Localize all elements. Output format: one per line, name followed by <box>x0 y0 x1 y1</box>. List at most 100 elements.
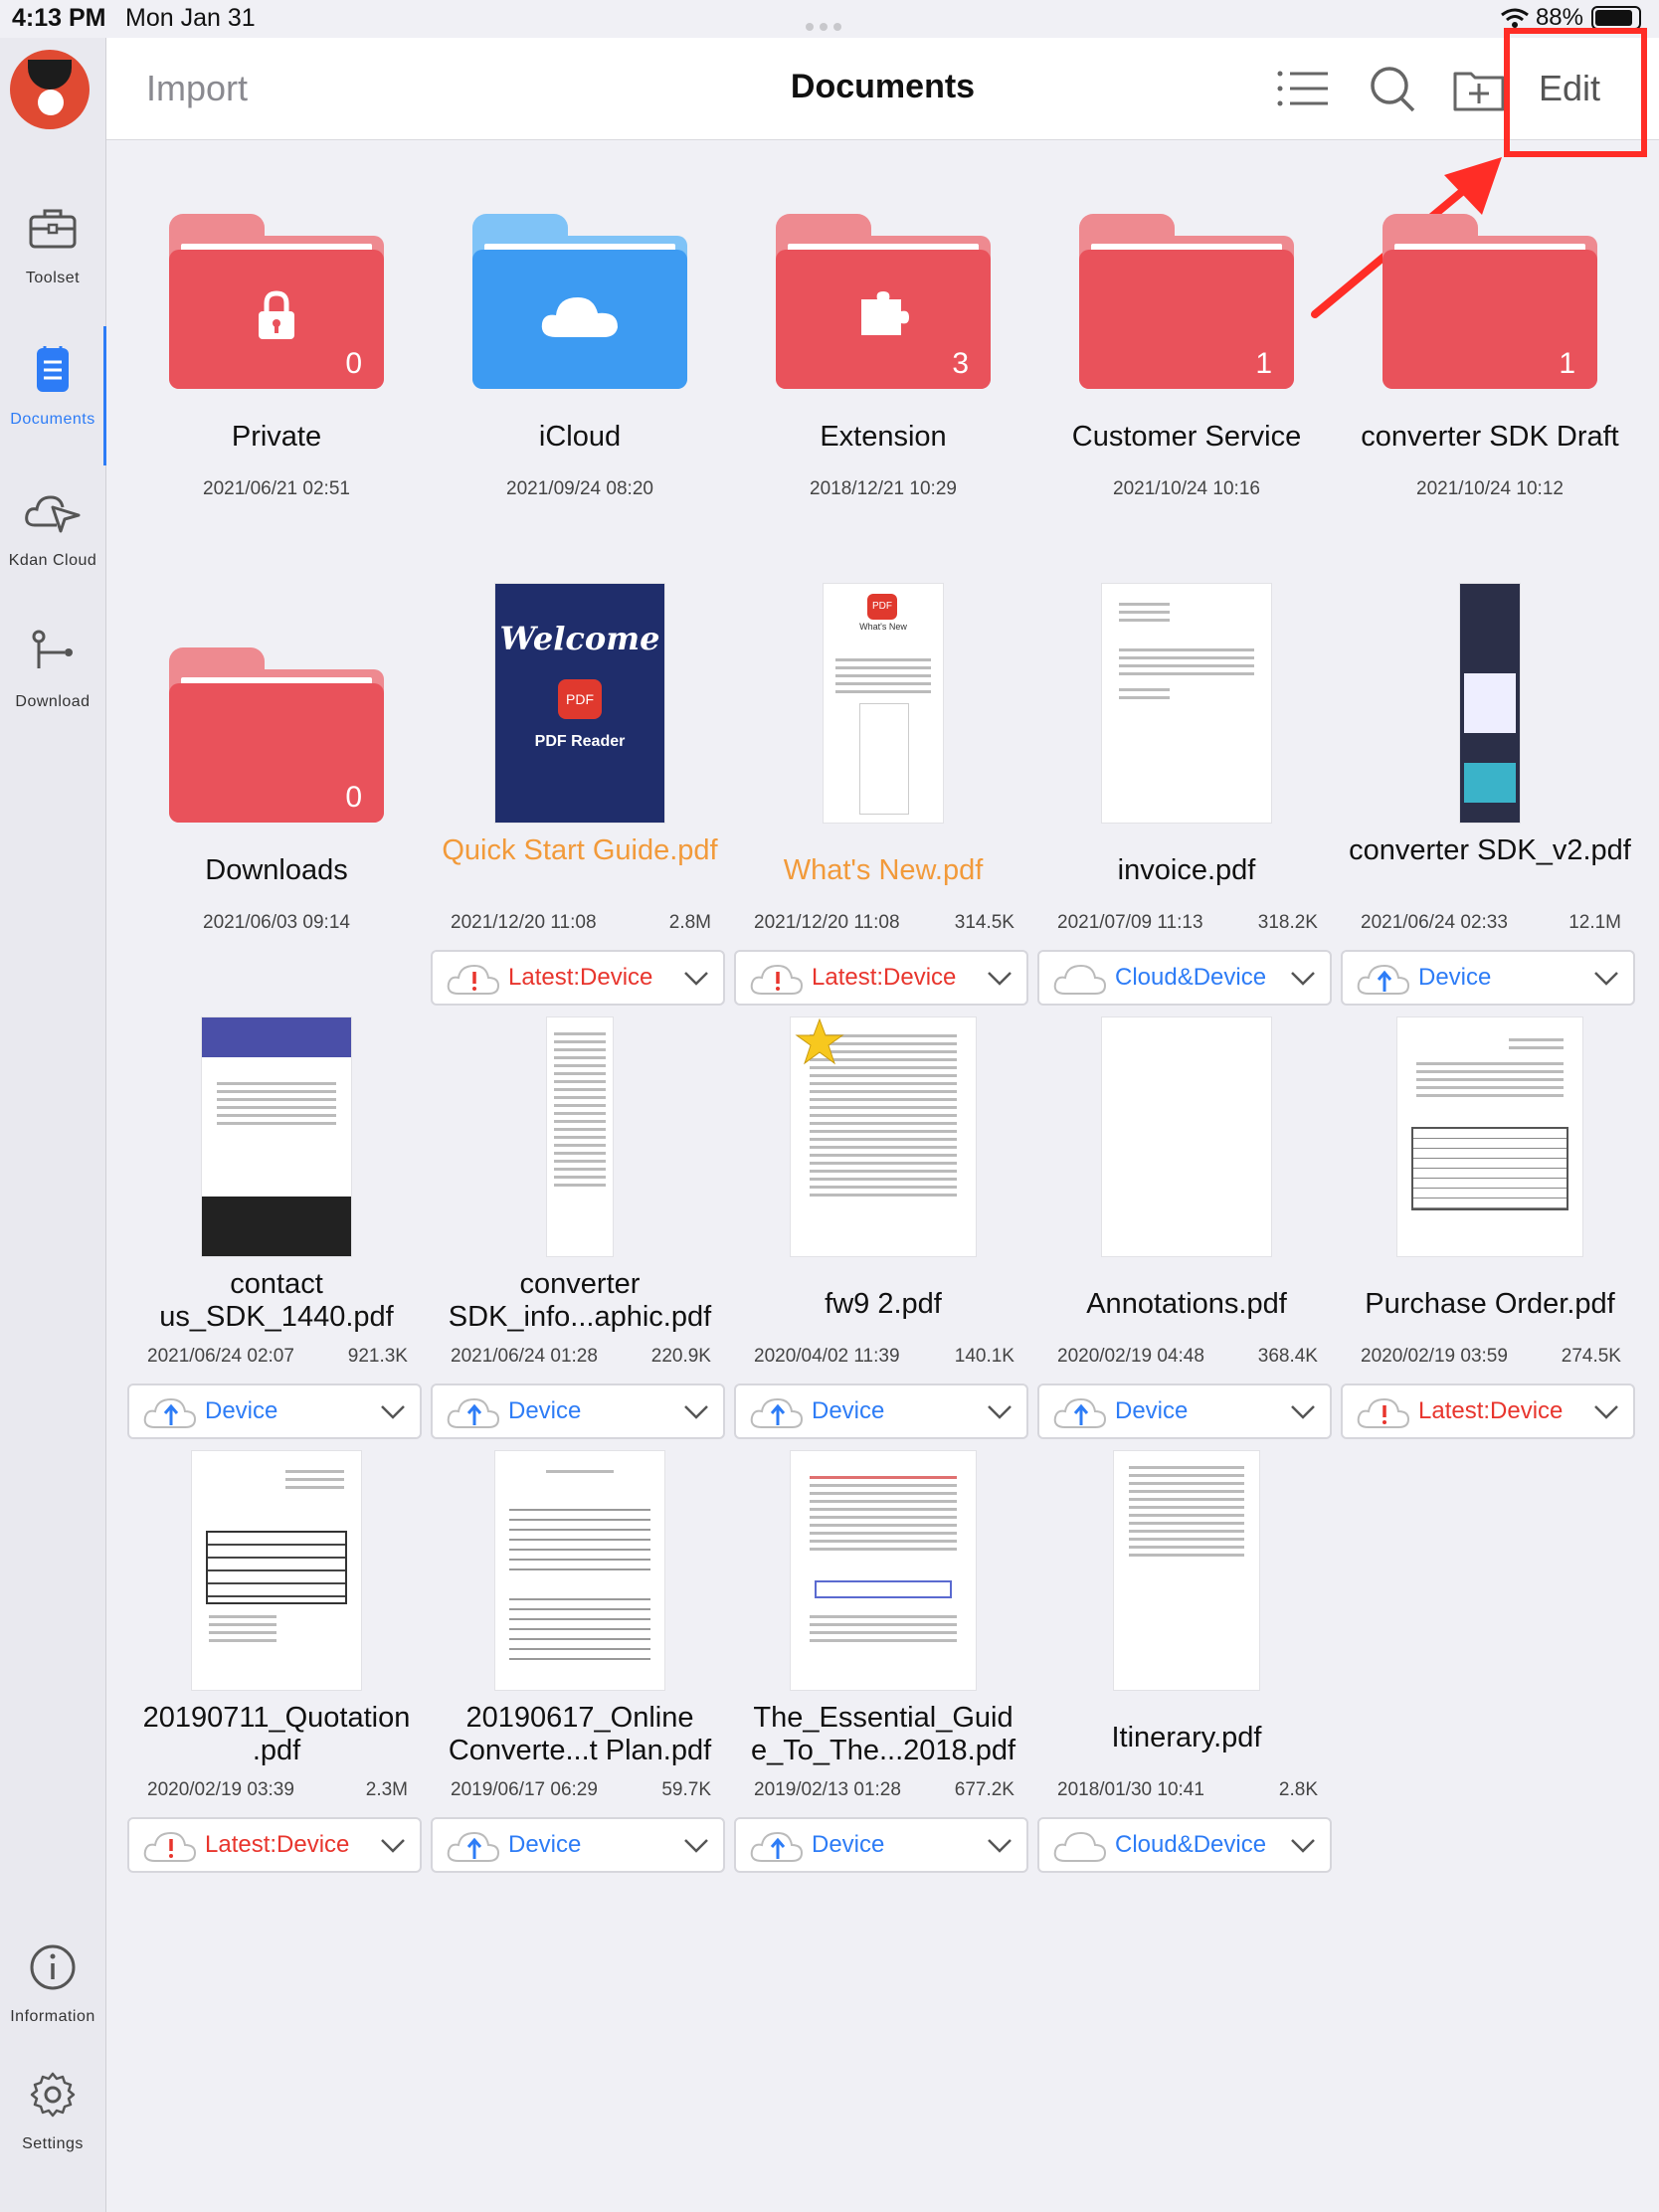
file-name: What's New.pdf <box>783 854 984 886</box>
folder-name: Downloads <box>205 854 348 886</box>
file-meta: 2021/12/20 11:08 2.8M <box>451 912 711 934</box>
file-meta: 2021/06/24 02:33 12.1M <box>1361 912 1621 934</box>
folder-date: 2018/12/21 10:29 <box>810 478 957 499</box>
sync-status-dropdown[interactable]: Latest:Device <box>734 950 1028 1006</box>
sidebar-label-download: Download <box>15 693 91 710</box>
file-date: 2020/02/19 04:48 <box>1057 1346 1204 1367</box>
cloud-upload-icon <box>1357 964 1410 995</box>
sync-status-dropdown[interactable]: Device <box>734 1383 1028 1439</box>
sync-status-label: Latest:Device <box>205 1831 350 1858</box>
file-meta: 2020/02/19 04:48 368.4K <box>1057 1346 1318 1368</box>
pdf-thumbnail <box>547 1017 613 1256</box>
sync-status-label: Latest:Device <box>812 964 957 991</box>
file-date: 2020/04/02 11:39 <box>754 1346 900 1367</box>
folder-name: Customer Service <box>1071 421 1302 453</box>
chevron-down-icon <box>1594 972 1618 986</box>
sidebar-item-download[interactable]: Download <box>0 623 105 711</box>
file-date: 2020/02/19 03:59 <box>1361 1346 1508 1367</box>
sync-status-dropdown[interactable]: Device <box>1037 1383 1332 1439</box>
sidebar-item-information[interactable]: Information <box>0 1937 105 2026</box>
file-meta: 2021/07/09 11:13 318.2K <box>1057 912 1318 934</box>
file-meta: 2020/02/19 03:59 274.5K <box>1361 1346 1621 1368</box>
folder-name: Private <box>231 421 322 453</box>
sync-status-dropdown[interactable]: Cloud&Device <box>1037 1817 1332 1873</box>
cloud-upload-icon <box>447 1397 500 1428</box>
status-date: Mon Jan 31 <box>125 4 256 32</box>
cloud-upload-icon <box>750 1397 804 1428</box>
sync-status-dropdown[interactable]: Device <box>431 1383 725 1439</box>
sync-status-label: Latest:Device <box>1418 1397 1564 1424</box>
sync-status-dropdown[interactable]: Device <box>127 1383 422 1439</box>
sync-status-label: Device <box>812 1831 885 1858</box>
toolbox-icon <box>29 209 77 249</box>
file-meta: 2019/06/17 06:29 59.7K <box>451 1779 711 1801</box>
file-size: 220.9K <box>650 1346 711 1367</box>
sidebar-label-toolset: Toolset <box>25 270 81 286</box>
gear-icon <box>30 2072 76 2118</box>
cloud-warning-icon <box>143 1831 197 1862</box>
sync-status-label: Device <box>1115 1397 1189 1424</box>
file-size: 318.2K <box>1257 912 1318 933</box>
folder-name: Extension <box>820 421 947 453</box>
star-icon <box>795 1017 844 1065</box>
sidebar-label-settings: Settings <box>22 2135 84 2152</box>
nav-header: Import Documents Edit <box>106 38 1659 140</box>
folder-count: 0 <box>345 781 362 814</box>
thumb-title: Welcome <box>499 620 660 657</box>
file-name: 20190711_Quotation .pdf <box>142 1702 411 1766</box>
thumb-subtitle: PDF Reader <box>534 733 626 750</box>
file-name: 20190617_Online Converte...t Plan.pdf <box>448 1702 712 1766</box>
file-size: 2.3M <box>365 1779 408 1800</box>
chevron-down-icon <box>988 972 1012 986</box>
file-name: Annotations.pdf <box>1086 1288 1287 1320</box>
file-size: 2.8M <box>668 912 711 933</box>
sidebar-item-documents[interactable]: Documents <box>0 340 105 429</box>
search-icon[interactable] <box>1366 64 1421 113</box>
lock-icon <box>259 290 294 339</box>
sync-status-dropdown[interactable]: Latest:Device <box>127 1817 422 1873</box>
sync-status-dropdown[interactable]: Device <box>1341 950 1635 1006</box>
folder-date: 2021/06/21 02:51 <box>203 478 350 499</box>
cloud-icon <box>541 297 618 337</box>
chevron-down-icon <box>988 1405 1012 1419</box>
file-name: fw9 2.pdf <box>825 1288 942 1320</box>
file-name: Quick Start Guide.pdf <box>442 834 718 866</box>
folder-icon: 3 <box>776 214 991 389</box>
file-meta: 2021/06/24 02:07 921.3K <box>147 1346 408 1368</box>
pdf-thumbnail <box>1460 584 1520 823</box>
cloud-upload-icon <box>143 1397 197 1428</box>
new-folder-icon[interactable] <box>1451 64 1507 113</box>
sync-status-label: Device <box>1418 964 1492 991</box>
sync-status-dropdown[interactable]: Latest:Device <box>431 950 725 1006</box>
sidebar-item-kdan-cloud[interactable]: Kdan Cloud <box>0 481 105 570</box>
file-date: 2021/06/24 01:28 <box>451 1346 598 1367</box>
list-view-icon[interactable] <box>1274 64 1330 113</box>
chevron-down-icon <box>988 1839 1012 1853</box>
sidebar-item-toolset[interactable]: Toolset <box>0 199 105 287</box>
sync-status-label: Latest:Device <box>508 964 653 991</box>
file-date: 2021/07/09 11:13 <box>1057 912 1203 933</box>
file-meta: 2020/04/02 11:39 140.1K <box>754 1346 1014 1368</box>
document-list-icon <box>37 346 69 392</box>
sync-status-dropdown[interactable]: Cloud&Device <box>1037 950 1332 1006</box>
sync-status-label: Device <box>205 1397 278 1424</box>
sync-status-dropdown[interactable]: Device <box>431 1817 725 1873</box>
thumb-title: What's New <box>859 622 907 632</box>
cloud-upload-icon <box>447 1831 500 1862</box>
file-meta: 2018/01/30 10:41 2.8K <box>1057 1779 1318 1801</box>
folder-icon: 0 <box>169 647 384 823</box>
sync-status-dropdown[interactable]: Latest:Device <box>1341 1383 1635 1439</box>
sidebar-item-settings[interactable]: Settings <box>0 2065 105 2153</box>
folder-date: 2021/09/24 08:20 <box>506 478 653 499</box>
pdf-thumbnail <box>495 1451 664 1690</box>
chevron-down-icon <box>684 972 708 986</box>
app-logo-icon[interactable] <box>10 50 90 129</box>
pdf-thumbnail <box>791 1451 976 1690</box>
sidebar-active-indicator <box>103 326 106 465</box>
file-date: 2019/02/13 01:28 <box>754 1779 901 1800</box>
chevron-down-icon <box>1291 972 1315 986</box>
sync-status-dropdown[interactable]: Device <box>734 1817 1028 1873</box>
multitasking-dots[interactable] <box>806 18 849 31</box>
download-path-icon <box>32 630 73 668</box>
sidebar-label-information: Information <box>10 2008 95 2025</box>
